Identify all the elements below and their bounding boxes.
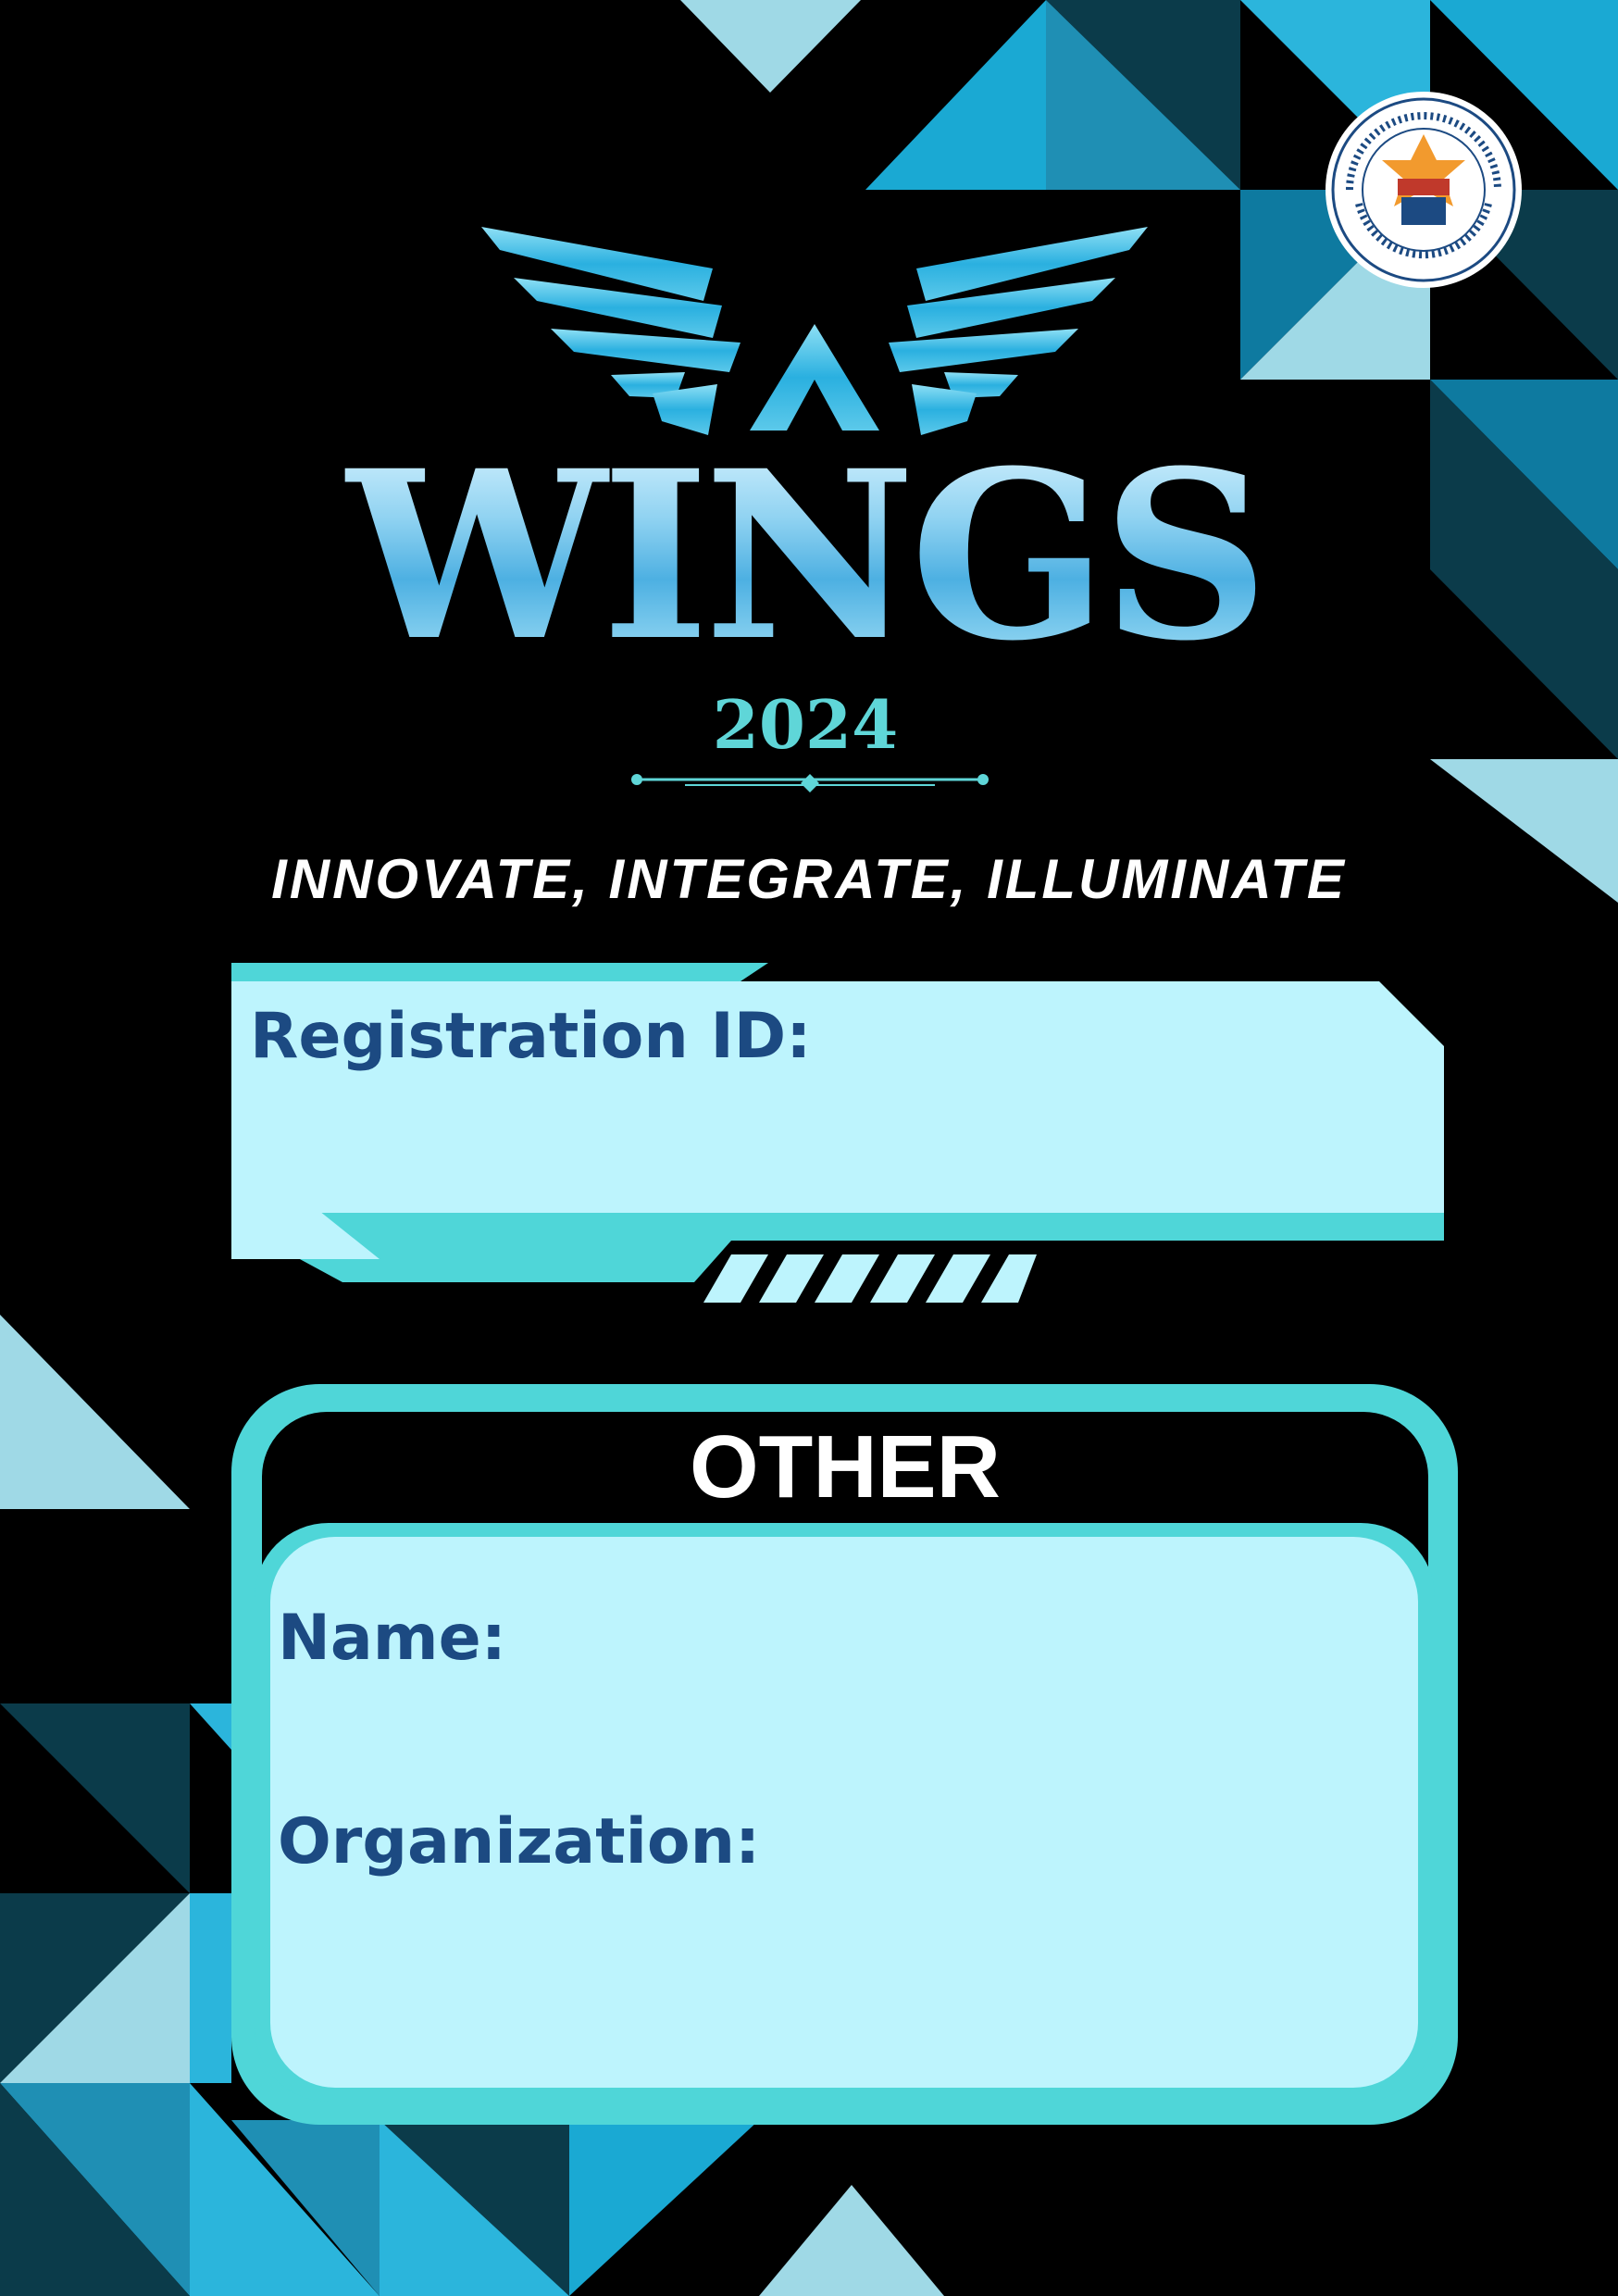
name-label: Name: xyxy=(278,1602,506,1675)
event-pass: WINGS 2024 INNOVATE, INTEGRATE, ILLUMINA… xyxy=(0,0,1618,2296)
category-label: OTHER xyxy=(690,1417,1001,1516)
event-tagline: INNOVATE, INTEGRATE, ILLUMINATE xyxy=(271,848,1347,910)
event-year: 2024 xyxy=(712,685,899,764)
wings-emblem-icon xyxy=(481,227,1148,435)
organization-label: Organization: xyxy=(278,1805,761,1878)
college-seal-icon xyxy=(1326,92,1522,288)
event-title: WINGS xyxy=(333,435,1277,676)
ornamental-divider xyxy=(631,774,989,792)
stripe-accent xyxy=(703,1254,1037,1303)
registration-id-label: Registration ID: xyxy=(250,1000,812,1073)
